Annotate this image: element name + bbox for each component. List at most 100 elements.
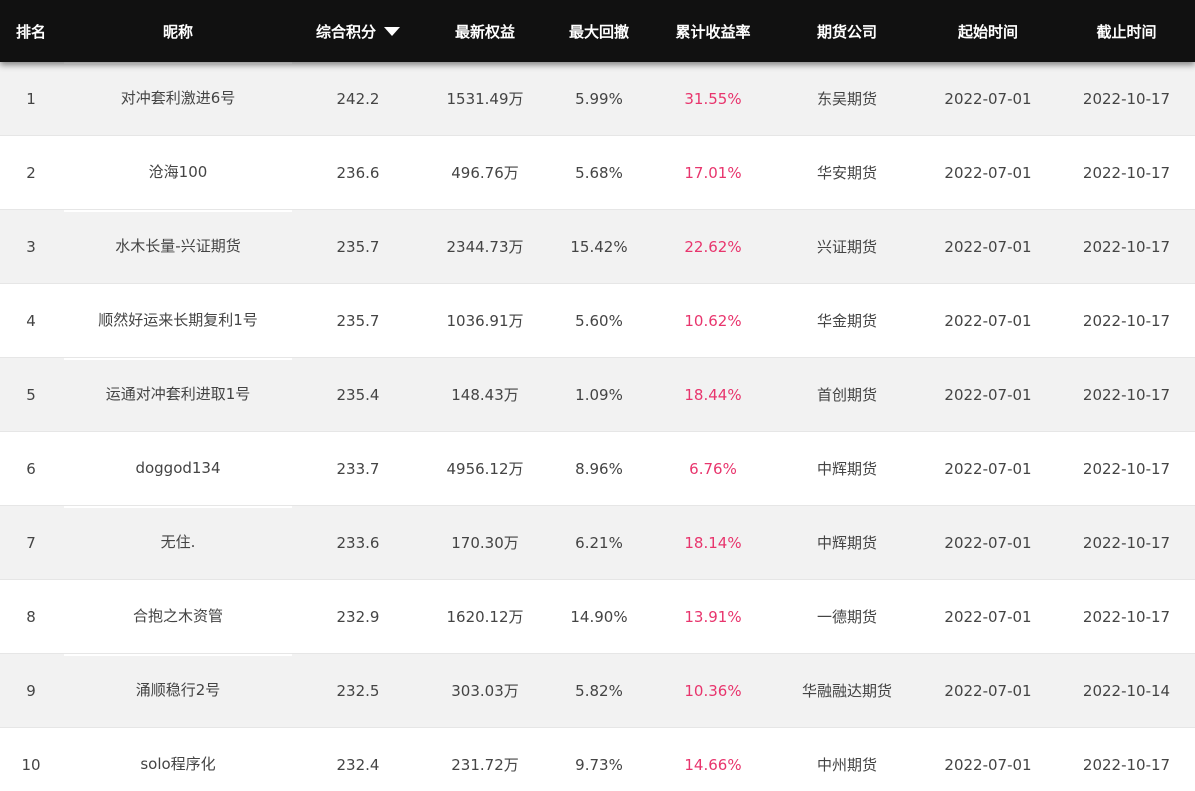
- header-name[interactable]: 昵称: [62, 0, 294, 62]
- header-end-date[interactable]: 截止时间: [1058, 0, 1195, 62]
- name-cell[interactable]: solo程序化: [62, 728, 294, 791]
- name-cell[interactable]: doggod134: [62, 432, 294, 505]
- rank-cell: 2: [26, 163, 36, 182]
- table-row[interactable]: 3 水木长量-兴证期货 235.7 2344.73万 15.42% 22.62%…: [0, 210, 1195, 284]
- sort-descending-icon[interactable]: [384, 27, 400, 36]
- table-row[interactable]: 7 无住. 233.6 170.30万 6.21% 18.14% 中辉期货 20…: [0, 506, 1195, 580]
- table-row[interactable]: 1 对冲套利激进6号 242.2 1531.49万 5.99% 31.55% 东…: [0, 62, 1195, 136]
- rank-cell: 7: [26, 533, 36, 552]
- rank-cell: 6: [26, 459, 36, 478]
- end-date-cell: 2022-10-17: [1082, 755, 1171, 774]
- rank-cell: 4: [26, 311, 36, 330]
- ranking-table: 排名 昵称 综合积分 最新权益 最大回撤 累计收益率 期货公司 起始时间 截止时…: [0, 0, 1195, 791]
- start-date-cell: 2022-07-01: [944, 533, 1032, 552]
- broker-cell: 中辉期货: [816, 534, 877, 552]
- broker-cell: 首创期货: [816, 386, 877, 404]
- broker-cell: 中州期货: [816, 756, 877, 774]
- name-cell[interactable]: 水木长量-兴证期货: [62, 210, 294, 283]
- end-date-cell: 2022-10-17: [1082, 237, 1171, 256]
- rank-cell: 8: [26, 607, 36, 626]
- return-cell: 14.66%: [684, 755, 742, 774]
- drawdown-cell: 15.42%: [570, 237, 628, 256]
- start-date-cell: 2022-07-01: [944, 89, 1032, 108]
- score-cell: 242.2: [336, 89, 380, 108]
- end-date-cell: 2022-10-14: [1082, 681, 1171, 700]
- table-header: 排名 昵称 综合积分 最新权益 最大回撤 累计收益率 期货公司 起始时间 截止时…: [0, 0, 1195, 62]
- rank-cell: 10: [21, 755, 41, 774]
- name-cell[interactable]: 涌顺稳行2号: [62, 654, 294, 727]
- start-date-cell: 2022-07-01: [944, 385, 1032, 404]
- start-date-cell: 2022-07-01: [944, 607, 1032, 626]
- rank-cell: 1: [26, 89, 36, 108]
- score-cell: 236.6: [336, 163, 380, 182]
- score-cell: 232.4: [336, 755, 380, 774]
- start-date-cell: 2022-07-01: [944, 237, 1032, 256]
- name-cell[interactable]: 运通对冲套利进取1号: [62, 358, 294, 431]
- drawdown-cell: 5.99%: [575, 89, 623, 108]
- end-date-cell: 2022-10-17: [1082, 385, 1171, 404]
- score-cell: 233.7: [336, 459, 380, 478]
- equity-cell: 496.76万: [451, 164, 519, 182]
- end-date-cell: 2022-10-17: [1082, 311, 1171, 330]
- return-cell: 18.44%: [684, 385, 742, 404]
- return-cell: 10.62%: [684, 311, 742, 330]
- start-date-cell: 2022-07-01: [944, 311, 1032, 330]
- name-cell[interactable]: 对冲套利激进6号: [62, 62, 294, 135]
- equity-cell: 303.03万: [451, 682, 519, 700]
- drawdown-cell: 6.21%: [575, 533, 623, 552]
- header-rank[interactable]: 排名: [0, 0, 62, 62]
- return-cell: 6.76%: [689, 459, 737, 478]
- equity-cell: 231.72万: [451, 756, 519, 774]
- name-cell[interactable]: 顺然好运来长期复利1号: [62, 284, 294, 357]
- end-date-cell: 2022-10-17: [1082, 459, 1171, 478]
- equity-cell: 170.30万: [451, 534, 519, 552]
- start-date-cell: 2022-07-01: [944, 755, 1032, 774]
- end-date-cell: 2022-10-17: [1082, 163, 1171, 182]
- equity-cell: 4956.12万: [446, 460, 524, 478]
- broker-cell: 兴证期货: [816, 238, 877, 256]
- equity-cell: 1531.49万: [446, 90, 524, 108]
- score-cell: 235.4: [336, 385, 380, 404]
- table-row[interactable]: 2 沧海100 236.6 496.76万 5.68% 17.01% 华安期货 …: [0, 136, 1195, 210]
- name-cell[interactable]: 沧海100: [62, 136, 294, 209]
- name-cell[interactable]: 无住.: [62, 506, 294, 579]
- return-cell: 10.36%: [684, 681, 742, 700]
- rank-cell: 3: [26, 237, 36, 256]
- header-start-date[interactable]: 起始时间: [918, 0, 1058, 62]
- equity-cell: 1036.91万: [446, 312, 524, 330]
- table-row[interactable]: 9 涌顺稳行2号 232.5 303.03万 5.82% 10.36% 华融融达…: [0, 654, 1195, 728]
- header-score-sort[interactable]: 综合积分: [294, 0, 422, 62]
- return-cell: 31.55%: [684, 89, 742, 108]
- score-cell: 233.6: [336, 533, 380, 552]
- end-date-cell: 2022-10-17: [1082, 533, 1171, 552]
- broker-cell: 华金期货: [816, 312, 877, 330]
- broker-cell: 东吴期货: [816, 90, 877, 108]
- header-return[interactable]: 累计收益率: [650, 0, 776, 62]
- drawdown-cell: 8.96%: [575, 459, 623, 478]
- header-broker[interactable]: 期货公司: [776, 0, 918, 62]
- table-row[interactable]: 6 doggod134 233.7 4956.12万 8.96% 6.76% 中…: [0, 432, 1195, 506]
- drawdown-cell: 5.60%: [575, 311, 623, 330]
- name-cell[interactable]: 合抱之木资管: [62, 580, 294, 653]
- return-cell: 17.01%: [684, 163, 742, 182]
- header-drawdown[interactable]: 最大回撤: [548, 0, 650, 62]
- start-date-cell: 2022-07-01: [944, 681, 1032, 700]
- score-cell: 232.5: [336, 681, 380, 700]
- table-row[interactable]: 10 solo程序化 232.4 231.72万 9.73% 14.66% 中州…: [0, 728, 1195, 791]
- score-cell: 232.9: [336, 607, 380, 626]
- table-row[interactable]: 8 合抱之木资管 232.9 1620.12万 14.90% 13.91% 一德…: [0, 580, 1195, 654]
- start-date-cell: 2022-07-01: [944, 163, 1032, 182]
- drawdown-cell: 14.90%: [570, 607, 628, 626]
- table-row[interactable]: 4 顺然好运来长期复利1号 235.7 1036.91万 5.60% 10.62…: [0, 284, 1195, 358]
- drawdown-cell: 5.82%: [575, 681, 623, 700]
- header-equity[interactable]: 最新权益: [422, 0, 548, 62]
- return-cell: 22.62%: [684, 237, 742, 256]
- table-body: 1 对冲套利激进6号 242.2 1531.49万 5.99% 31.55% 东…: [0, 62, 1195, 791]
- score-cell: 235.7: [336, 311, 380, 330]
- header-score-label: 综合积分: [315, 22, 376, 41]
- table-row[interactable]: 5 运通对冲套利进取1号 235.4 148.43万 1.09% 18.44% …: [0, 358, 1195, 432]
- drawdown-cell: 1.09%: [575, 385, 623, 404]
- end-date-cell: 2022-10-17: [1082, 607, 1171, 626]
- broker-cell: 华融融达期货: [801, 682, 892, 700]
- rank-cell: 5: [26, 385, 36, 404]
